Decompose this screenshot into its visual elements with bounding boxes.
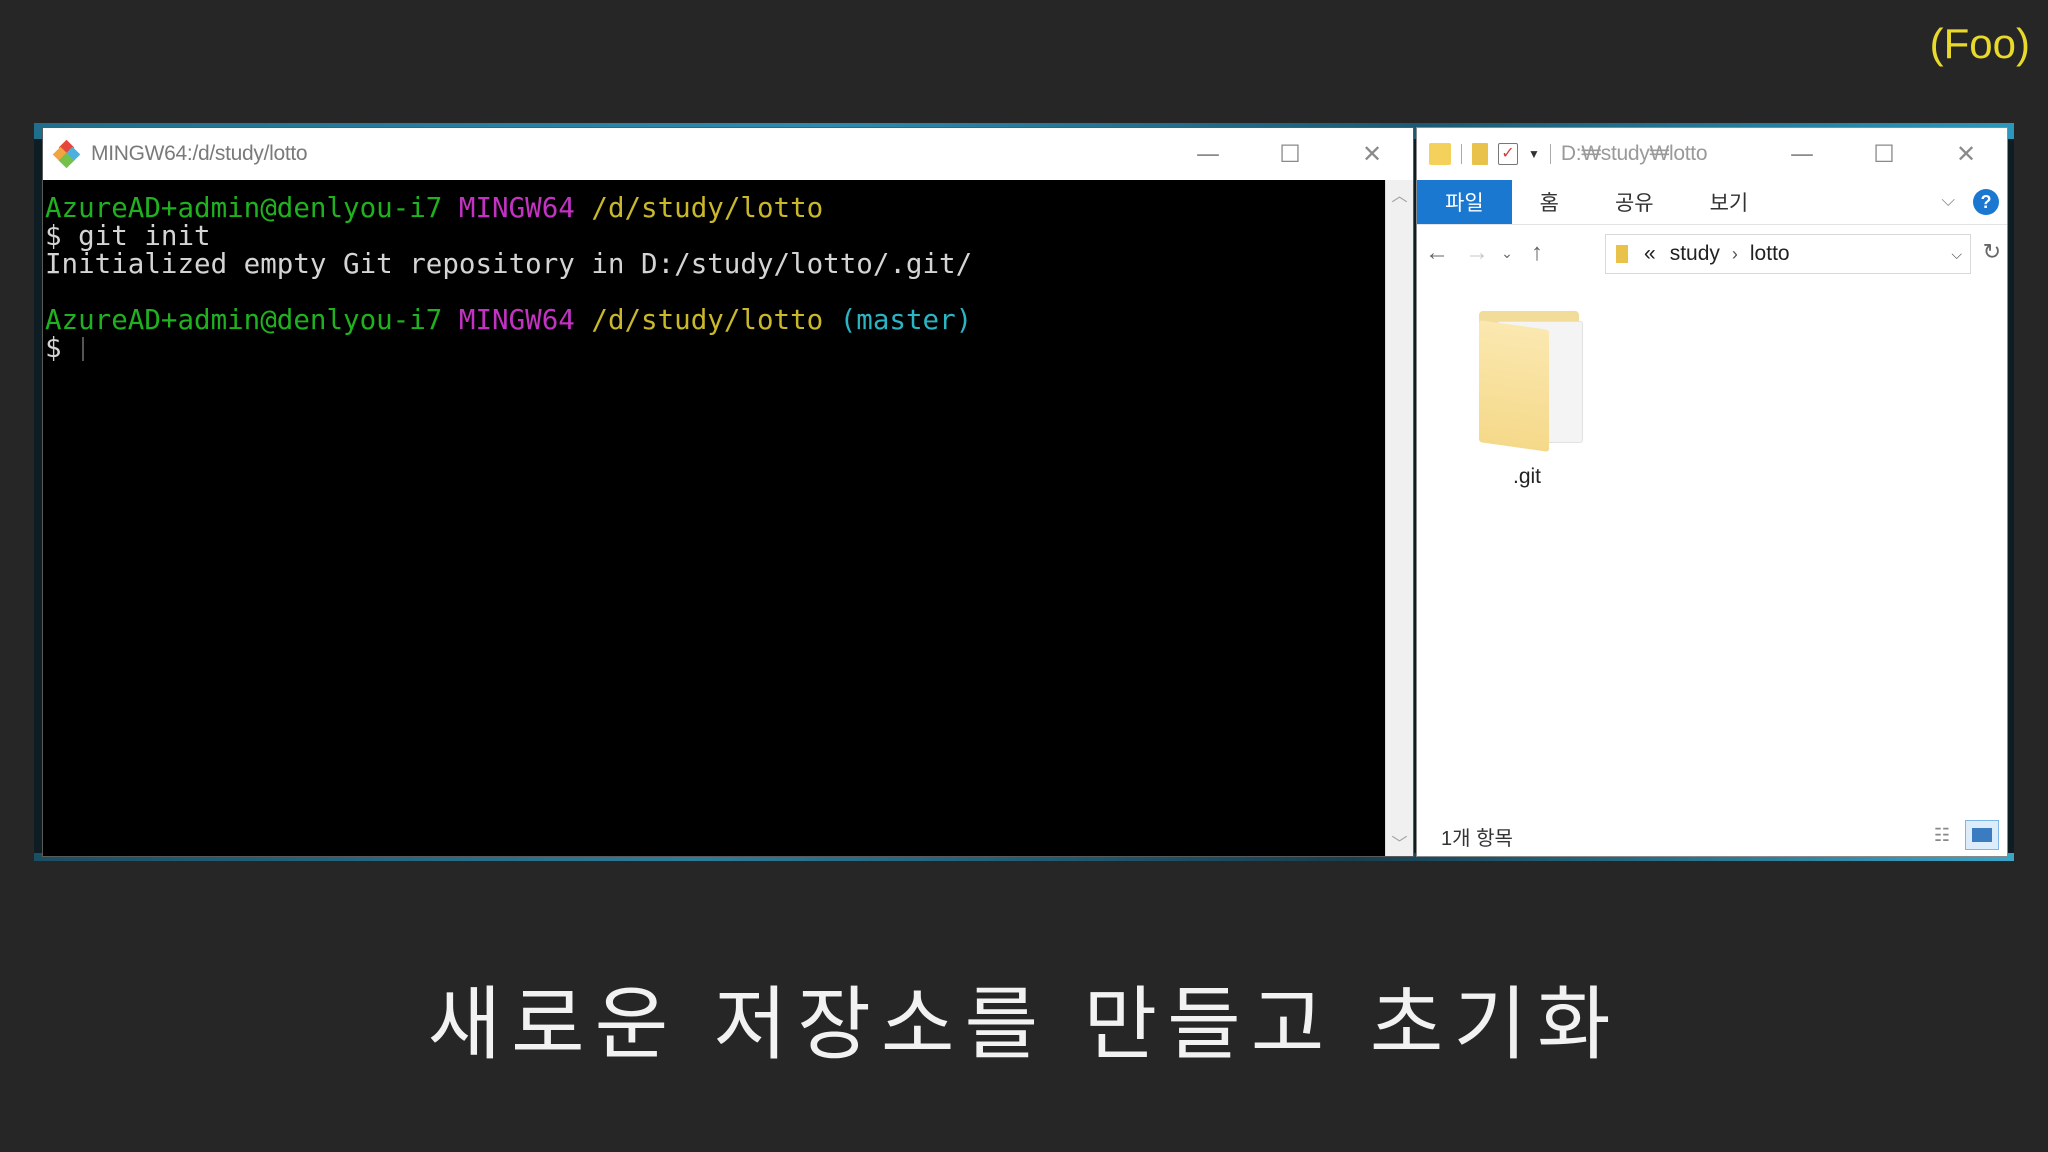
subtitle-caption: 새로운 저장소를 만들고 초기화 xyxy=(427,978,1621,1071)
recent-locations-icon[interactable]: ⌄ xyxy=(1497,245,1517,262)
terminal-line: $ git init xyxy=(45,222,1386,250)
prompt-path: /d/study/lotto xyxy=(591,192,824,224)
terminal-line: AzureAD+admin@denlyou-i7 MINGW64 /d/stud… xyxy=(45,306,1386,334)
explorer-title: D:₩study₩lotto xyxy=(1560,142,1708,165)
back-arrow-icon[interactable]: ← xyxy=(1417,239,1457,267)
terminal-line: Initialized empty Git repository in D:/s… xyxy=(45,250,1386,278)
folder-front xyxy=(1479,320,1549,452)
tab-share[interactable]: 공유 xyxy=(1587,180,1682,224)
maximize-button[interactable]: ☐ xyxy=(1843,128,1925,180)
prompt-shell: MINGW64 xyxy=(458,192,575,224)
large-icons-view-icon[interactable] xyxy=(1965,820,1999,850)
tab-file[interactable]: 파일 xyxy=(1417,180,1512,224)
prompt-user: AzureAD+admin@denlyou-i7 xyxy=(45,304,443,336)
explorer-titlebar[interactable]: ✓ ▼ D:₩study₩lotto — ☐ ✕ xyxy=(1417,128,2007,180)
terminal-title: MINGW64:/d/study/lotto xyxy=(91,142,308,165)
output-text: $ xyxy=(45,332,79,364)
breadcrumb-study[interactable]: study xyxy=(1670,242,1720,266)
help-icon[interactable]: ? xyxy=(1973,189,1999,215)
new-folder-icon[interactable] xyxy=(1472,143,1488,165)
terminal-window[interactable]: MINGW64:/d/study/lotto — ☐ ✕ AzureAD+adm… xyxy=(42,127,1414,857)
corner-tag: (Foo) xyxy=(1929,20,2030,67)
folder-icon xyxy=(1429,143,1451,165)
terminal-line: AzureAD+admin@denlyou-i7 MINGW64 /d/stud… xyxy=(45,194,1386,222)
customize-dropdown-icon[interactable]: ▼ xyxy=(1528,147,1540,161)
toolbar-separator-2 xyxy=(1549,144,1551,164)
text-cursor xyxy=(82,337,85,361)
close-button[interactable]: ✕ xyxy=(1925,128,2007,180)
breadcrumb-overflow[interactable]: « xyxy=(1644,242,1656,266)
address-bar[interactable]: « study › lotto ⌵ xyxy=(1605,234,1971,274)
tab-home[interactable]: 홈 xyxy=(1512,180,1587,224)
close-button[interactable]: ✕ xyxy=(1331,128,1413,180)
maximize-button[interactable]: ☐ xyxy=(1249,128,1331,180)
forward-arrow-icon[interactable]: → xyxy=(1457,239,1497,267)
file-explorer-window[interactable]: ✓ ▼ D:₩study₩lotto — ☐ ✕ 파일 홈 공유 보기 ⌵ ? … xyxy=(1416,127,2008,857)
refresh-icon[interactable]: ↻ xyxy=(1983,239,2001,265)
video-frame: (Foo) MINGW64:/d/study/lotto — ☐ ✕ Azure… xyxy=(0,0,2048,1152)
chevron-down-icon[interactable]: ⌵ xyxy=(1951,246,1962,263)
toolbar-separator xyxy=(1461,144,1462,164)
output-text: Initialized empty Git repository in D:/s… xyxy=(45,248,973,280)
up-arrow-icon[interactable]: ↑ xyxy=(1517,239,1557,267)
quick-access-toolbar: ✓ ▼ xyxy=(1429,143,1551,165)
prompt-path: /d/study/lotto xyxy=(591,304,824,336)
item-count: 1개 항목 xyxy=(1441,827,1513,850)
folder-icon xyxy=(1473,305,1583,452)
properties-icon[interactable]: ✓ xyxy=(1498,143,1518,165)
expand-ribbon-icon[interactable]: ⌵ xyxy=(1941,190,1955,211)
list-item[interactable]: .git xyxy=(1457,305,1597,489)
tab-view[interactable]: 보기 xyxy=(1682,180,1777,224)
file-list[interactable]: .git xyxy=(1417,281,2007,816)
breadcrumb-lotto[interactable]: lotto xyxy=(1750,242,1790,266)
prompt-shell: MINGW64 xyxy=(458,304,575,336)
terminal-console[interactable]: AzureAD+admin@denlyou-i7 MINGW64 /d/stud… xyxy=(43,180,1386,856)
terminal-window-controls: — ☐ ✕ xyxy=(1167,128,1413,180)
terminal-titlebar[interactable]: MINGW64:/d/study/lotto — ☐ ✕ xyxy=(43,128,1413,180)
folder-icon xyxy=(1616,245,1628,263)
explorer-window-controls: — ☐ ✕ xyxy=(1761,128,2007,180)
minimize-button[interactable]: — xyxy=(1761,128,1843,180)
terminal-scrollbar[interactable]: ︿ ﹀ xyxy=(1385,180,1413,856)
terminal-line: $ xyxy=(45,334,1386,362)
chevron-right-icon: › xyxy=(1731,243,1738,264)
navigation-bar: ← → ⌄ ↑ « study › lotto ⌵ ↻ xyxy=(1417,225,2007,281)
git-icon xyxy=(52,139,81,169)
file-name: .git xyxy=(1512,465,1541,488)
scroll-down-icon[interactable]: ﹀ xyxy=(1386,828,1413,856)
status-bar: 1개 항목 ☷ xyxy=(1417,816,2007,856)
ribbon: 파일 홈 공유 보기 ⌵ ? xyxy=(1417,180,2007,225)
minimize-button[interactable]: — xyxy=(1167,128,1249,180)
scroll-up-icon[interactable]: ︿ xyxy=(1386,180,1413,208)
prompt-branch: (master) xyxy=(839,304,973,336)
details-view-icon[interactable]: ☷ xyxy=(1929,824,1955,846)
